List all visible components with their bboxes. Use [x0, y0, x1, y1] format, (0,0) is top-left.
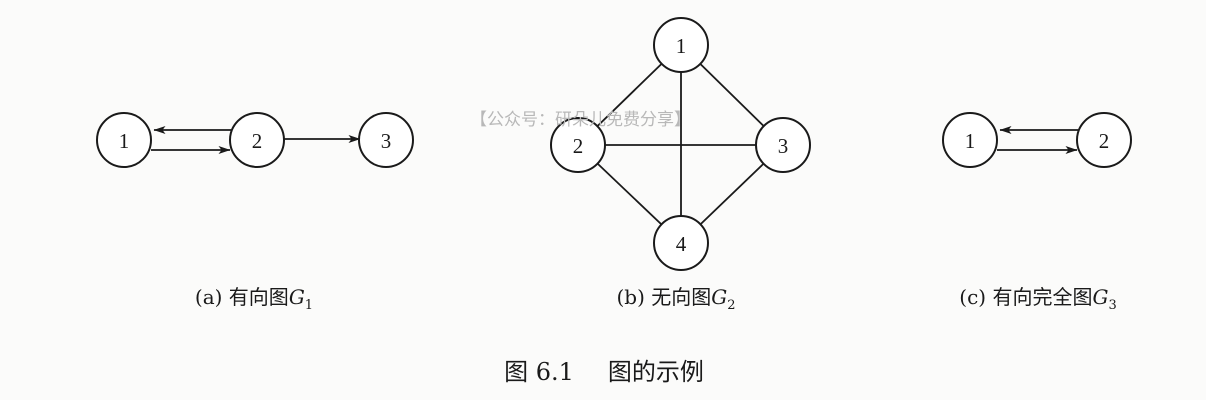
figure-title-text: 图的示例	[608, 358, 704, 386]
node-g1-1: 1	[96, 112, 152, 168]
node-g3-2: 2	[1076, 112, 1132, 168]
caption-g2: (b) 无向图G2	[616, 285, 735, 313]
node-g1-3: 3	[358, 112, 414, 168]
caption-g3: (c) 有向完全图G3	[959, 285, 1116, 313]
svg-text:1: 1	[676, 34, 687, 58]
node-g2-3: 3	[755, 117, 811, 173]
caption-g1: (a) 有向图G1	[195, 285, 313, 313]
svg-text:3: 3	[381, 129, 392, 153]
svg-text:3: 3	[778, 134, 789, 158]
svg-text:2: 2	[1099, 129, 1110, 153]
node-g3-1: 1	[942, 112, 998, 168]
svg-text:1: 1	[119, 129, 130, 153]
svg-text:1: 1	[965, 129, 976, 153]
figure-title: 图 6.1 图的示例	[504, 358, 704, 386]
watermark-text: 【公众号：研朵儿免费分享】	[470, 110, 691, 130]
graph-g2: 1 2 3 4 (b) 无向图G2	[550, 17, 811, 313]
svg-text:4: 4	[676, 232, 687, 256]
svg-text:2: 2	[573, 134, 584, 158]
figure-canvas: 1 2 3 (a) 有向图G1 1 2 3 4 (b) 无向图G2 1 2 (c…	[96, 17, 1132, 386]
node-g2-4: 4	[653, 215, 709, 271]
node-g1-2: 2	[229, 112, 285, 168]
svg-text:2: 2	[252, 129, 263, 153]
graph-g3: 1 2 (c) 有向完全图G3	[942, 112, 1132, 313]
node-g2-1: 1	[653, 17, 709, 73]
graph-g1: 1 2 3 (a) 有向图G1	[96, 112, 414, 313]
figure-number: 图 6.1	[504, 358, 574, 386]
